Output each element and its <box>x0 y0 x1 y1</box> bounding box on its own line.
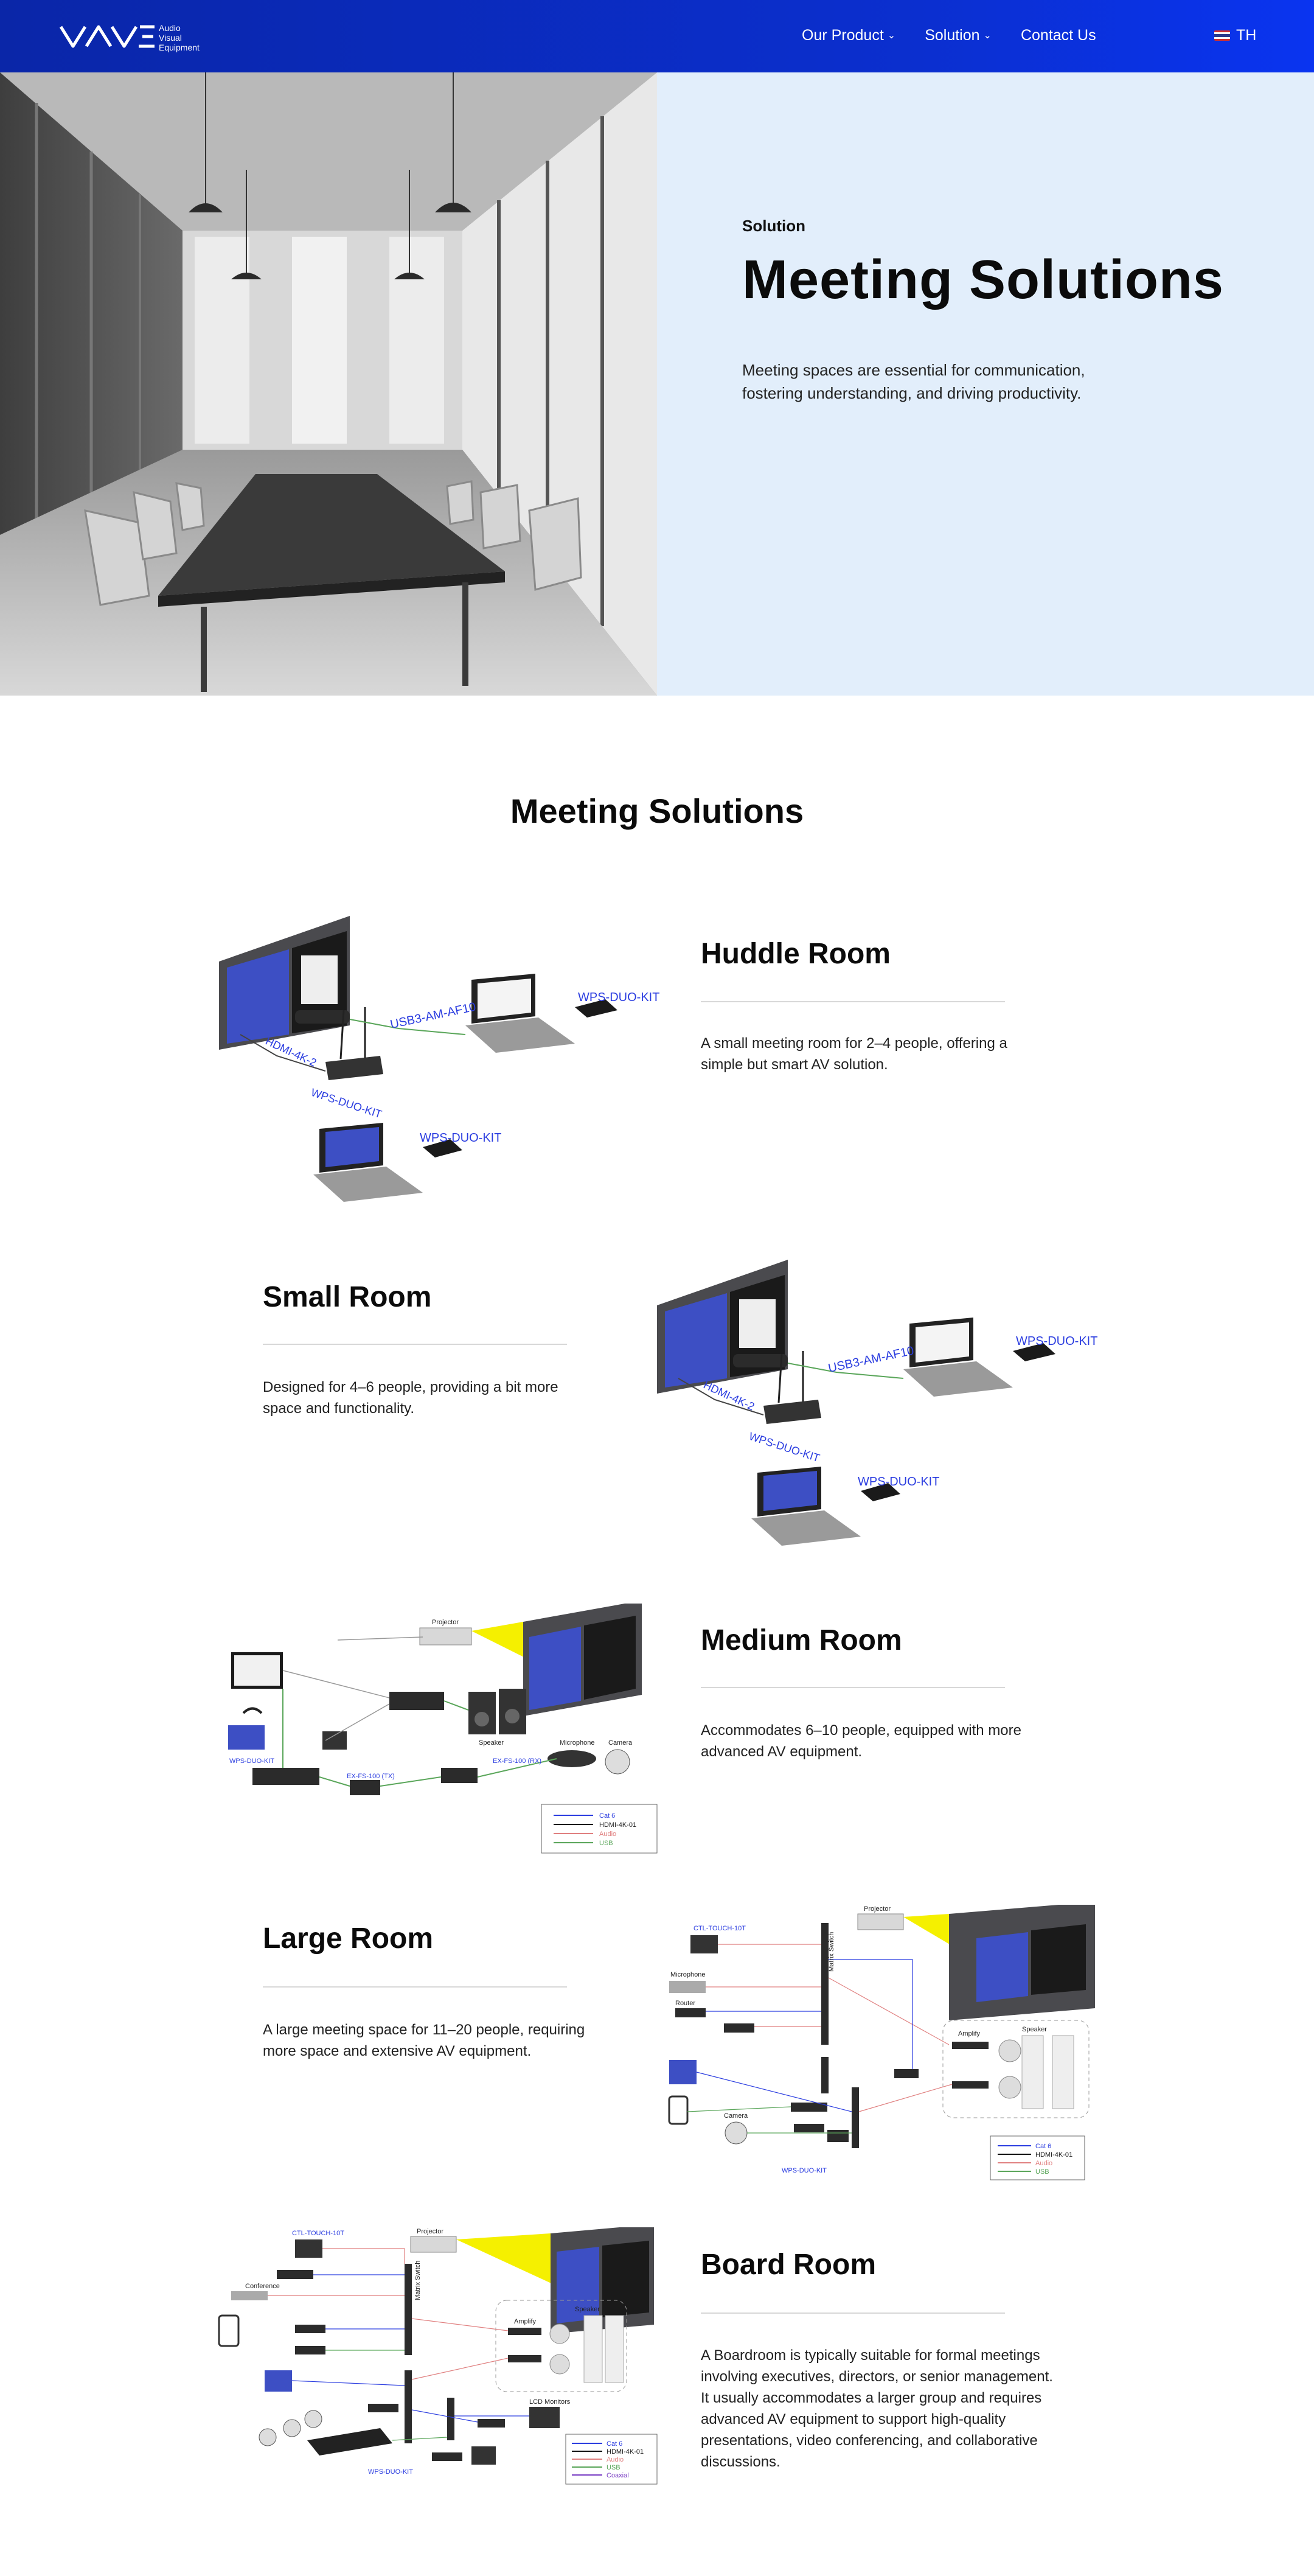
small-room-description: Designed for 4–6 people, providing a bit… <box>263 1379 558 1417</box>
medium-room-description: Accommodates 6–10 people, equipped with … <box>701 1722 1021 1760</box>
language-switcher[interactable]: TH <box>1214 27 1256 44</box>
diagram-label: CTL-TOUCH-10T <box>693 1925 746 1932</box>
diagram-label: WPS-DUO-KIT <box>858 1475 939 1489</box>
diagram-label: EX-FS-100 (TX) <box>347 1773 395 1780</box>
diagram-label: Projector <box>864 1905 891 1913</box>
logo-tagline: Audio Visual Equipment <box>159 23 200 52</box>
diagram-label: HDMI-4K-2 <box>701 1378 756 1412</box>
diagram-label: Matrix Switch <box>828 1932 835 1972</box>
diagram-label: WPS-DUO-KIT <box>368 2468 413 2476</box>
hero-text-panel: Solution Meeting Solutions Meeting space… <box>657 72 1314 696</box>
divider <box>263 1986 567 1988</box>
medium-room-title: Medium Room <box>701 1624 902 1656</box>
legend-item: USB <box>599 1840 613 1847</box>
legend-item: HDMI-4K-01 <box>1035 2151 1072 2159</box>
diagram-label: WPS-DUO-KIT <box>1016 1335 1097 1348</box>
huddle-room-diagram: USB3-AM-AF10 WPS-DUO-KIT HDMI-4K-2 WPS-D… <box>216 913 666 1217</box>
diagram-label: WPS-DUO-KIT <box>782 2167 827 2174</box>
diagram-label: Projector <box>417 2228 443 2235</box>
divider <box>701 2312 1005 2314</box>
nav-solution[interactable]: Solution ⌄ <box>925 27 992 44</box>
diagram-label: Amplify <box>514 2318 537 2325</box>
diagram-label: WPS-DUO-KIT <box>748 1430 821 1464</box>
diagram-label: WPS-DUO-KIT <box>578 991 659 1004</box>
legend-item: USB <box>607 2464 620 2471</box>
diagram-label: HDMI-4K-2 <box>263 1035 318 1069</box>
legend-item: Audio <box>607 2456 624 2463</box>
diagram-label: Camera <box>608 1739 633 1747</box>
legend-item: Coaxial <box>607 2472 629 2479</box>
huddle-room-description: A small meeting room for 2–4 people, off… <box>701 1035 1007 1073</box>
diagram-label: Microphone <box>670 1971 705 1978</box>
chevron-down-icon: ⌄ <box>983 30 992 41</box>
legend-item: Cat 6 <box>599 1812 615 1820</box>
diagram-label: Speaker <box>479 1739 504 1747</box>
board-room-diagram: Projector CTL-TOUCH-10T Conference Ampli… <box>216 2224 660 2489</box>
board-room-title: Board Room <box>701 2249 876 2281</box>
legend-item: Cat 6 <box>1035 2143 1051 2150</box>
section-title: Meeting Solutions <box>510 792 804 830</box>
diagram-label: Router <box>675 2000 695 2007</box>
nav-contact-us-label: Contact Us <box>1020 27 1096 44</box>
diagram-label: EX-FS-100 (RX) <box>493 1757 541 1765</box>
legend-item: Audio <box>599 1831 616 1838</box>
hero-meeting-room-image <box>0 72 657 696</box>
hero-title: Meeting Solutions <box>742 250 1224 310</box>
main-menu: Our Product ⌄ Solution ⌄ Contact Us <box>802 27 1096 44</box>
hero-eyebrow: Solution <box>742 217 805 235</box>
diagram-label: USB3-AM-AF10 <box>389 1000 477 1031</box>
diagram-label: WPS-DUO-KIT <box>229 1757 274 1765</box>
divider <box>701 1687 1005 1688</box>
diagram-label: Matrix Switch <box>414 2261 422 2300</box>
top-navigation-bar: Audio Visual Equipment Our Product ⌄ Sol… <box>0 0 1314 72</box>
diagram-label: Projector <box>432 1619 459 1626</box>
diagram-label: CTL-TOUCH-10T <box>292 2230 344 2237</box>
vave-logo-mark <box>60 25 155 48</box>
large-room-title: Large Room <box>263 1922 434 1955</box>
chevron-down-icon: ⌄ <box>887 30 896 41</box>
diagram-label: WPS-DUO-KIT <box>420 1131 501 1145</box>
hero-description: Meeting spaces are essential for communi… <box>742 361 1085 402</box>
thai-flag-icon <box>1214 30 1230 41</box>
diagram-label: Camera <box>724 2112 748 2120</box>
diagram-label: WPS-DUO-KIT <box>310 1086 383 1120</box>
nav-our-product[interactable]: Our Product ⌄ <box>802 27 895 44</box>
small-room-diagram: USB3-AM-AF10 WPS-DUO-KIT HDMI-4K-2 WPS-D… <box>654 1257 1104 1561</box>
legend-item: HDMI-4K-01 <box>599 1821 636 1829</box>
nav-contact-us[interactable]: Contact Us <box>1021 27 1096 44</box>
legend-item: Audio <box>1035 2160 1052 2167</box>
vave-logo[interactable]: Audio Visual Equipment <box>60 21 200 54</box>
divider <box>263 1344 567 1345</box>
board-room-description: A Boardroom is typically suitable for fo… <box>701 2347 1053 2470</box>
nav-solution-label: Solution <box>925 27 980 44</box>
small-room-title: Small Room <box>263 1281 432 1313</box>
diagram-label: Conference <box>245 2283 280 2290</box>
diagram-label: Amplify <box>958 2030 981 2037</box>
diagram-label: LCD Monitors <box>529 2398 571 2406</box>
diagram-label: USB3-AM-AF10 <box>827 1344 915 1375</box>
large-room-diagram: Projector CTL-TOUCH-10T Microphone Route… <box>657 1902 1101 2185</box>
divider <box>701 1001 1005 1002</box>
large-room-description: A large meeting space for 11–20 people, … <box>263 2022 585 2059</box>
diagram-label: Speaker <box>1022 2026 1047 2033</box>
nav-our-product-label: Our Product <box>802 27 884 44</box>
legend-item: HDMI-4K-01 <box>607 2448 644 2456</box>
legend-item: Cat 6 <box>607 2440 622 2448</box>
legend-item: USB <box>1035 2168 1049 2176</box>
huddle-room-title: Huddle Room <box>701 938 891 970</box>
diagram-label: Speaker <box>575 2306 600 2313</box>
language-label: TH <box>1236 27 1257 44</box>
medium-room-diagram: Projector Speaker Microphone Camera WPS-… <box>216 1600 666 1859</box>
diagram-label: Microphone <box>560 1739 594 1747</box>
